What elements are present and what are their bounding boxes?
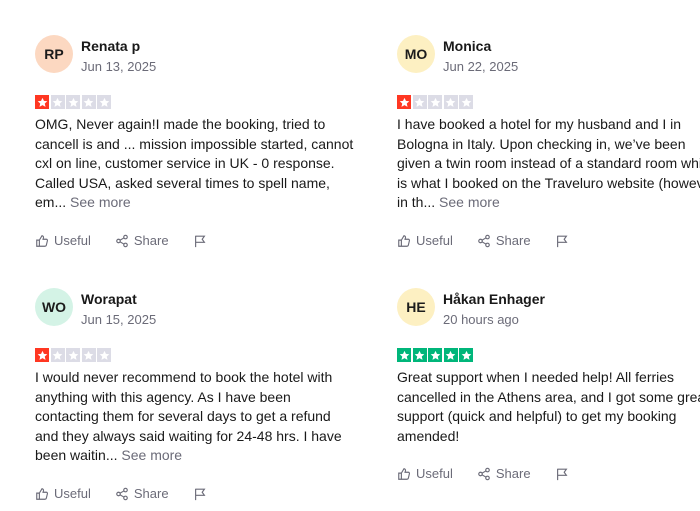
review-actions: Useful Share [397,233,598,248]
flag-icon [194,235,206,247]
share-label: Share [495,233,531,248]
flag-button[interactable] [555,234,574,248]
flag-icon [194,488,206,500]
review-card: WO Worapat Jun 15, 2025 I would never re… [35,288,355,466]
share-label: Share [133,486,169,501]
reviewer-name[interactable]: Renata p [81,37,156,55]
star-icon [428,348,442,362]
useful-label: Useful [54,486,91,501]
review-header: WO Worapat Jun 15, 2025 [35,288,355,328]
useful-button[interactable]: Useful [35,486,91,501]
star-icon [443,95,458,109]
star-rating [397,348,700,362]
review-actions: Useful Share [35,233,236,248]
useful-label: Useful [416,466,453,481]
review-header: MO Monica Jun 22, 2025 [397,35,700,75]
flag-button[interactable] [193,234,212,248]
review-text[interactable]: I would never recommend to book the hote… [35,368,355,466]
review-date: 20 hours ago [443,312,519,327]
share-icon [478,467,490,480]
review-header: HE Håkan Enhager 20 hours ago [397,288,700,328]
star-icon [97,95,111,109]
thumbs-up-icon [398,467,411,480]
star-icon [81,95,96,109]
star-icon [397,95,411,109]
useful-button[interactable]: Useful [397,466,453,481]
star-icon [81,348,96,362]
star-icon [428,95,442,109]
share-button[interactable]: Share [115,233,169,248]
star-icon [412,95,427,109]
review-actions: Useful Share [397,466,598,481]
star-icon [443,348,458,362]
share-icon [116,234,128,247]
flag-icon [556,235,568,247]
thumbs-up-icon [36,487,49,500]
share-icon [116,487,128,500]
reviewer-name[interactable]: Monica [443,37,518,55]
review-text[interactable]: Great support when I needed help! All fe… [397,368,700,446]
review-text[interactable]: I have booked a hotel for my husband and… [397,115,700,213]
share-button[interactable]: Share [115,486,169,501]
star-icon [50,95,65,109]
star-icon [35,348,49,362]
review-date: Jun 15, 2025 [81,312,157,327]
see-more-link[interactable]: See more [439,194,500,210]
star-icon [66,348,80,362]
review-body: I would never recommend to book the hote… [35,369,342,463]
see-more-link[interactable]: See more [70,194,131,210]
star-rating [397,95,700,109]
star-icon [397,348,411,362]
avatar[interactable]: WO [35,288,73,326]
share-button[interactable]: Share [477,233,531,248]
avatar[interactable]: HE [397,288,435,326]
review-card: HE Håkan Enhager 20 hours ago Great supp… [397,288,700,446]
review-date: Jun 22, 2025 [443,59,519,74]
useful-button[interactable]: Useful [35,233,91,248]
thumbs-up-icon [398,234,411,247]
useful-label: Useful [416,233,453,248]
avatar[interactable]: RP [35,35,73,73]
review-body: Great support when I needed help! All fe… [397,369,700,444]
share-label: Share [133,233,169,248]
star-icon [35,95,49,109]
star-icon [459,348,473,362]
useful-button[interactable]: Useful [397,233,453,248]
thumbs-up-icon [36,234,49,247]
avatar[interactable]: MO [397,35,435,73]
flag-button[interactable] [555,467,574,481]
review-card: MO Monica Jun 22, 2025 I have booked a h… [397,35,700,213]
star-icon [412,348,427,362]
see-more-link[interactable]: See more [121,447,182,463]
share-icon [478,234,490,247]
review-header: RP Renata p Jun 13, 2025 [35,35,355,75]
reviewer-name[interactable]: Worapat [81,290,156,308]
flag-icon [556,468,568,480]
star-icon [50,348,65,362]
review-text[interactable]: OMG, Never again!I made the booking, tri… [35,115,355,213]
share-button[interactable]: Share [477,466,531,481]
review-actions: Useful Share [35,486,236,501]
review-date: Jun 13, 2025 [81,59,157,74]
review-card: RP Renata p Jun 13, 2025 OMG, Never agai… [35,35,355,213]
flag-button[interactable] [193,487,212,501]
star-icon [66,95,80,109]
star-icon [459,95,473,109]
star-rating [35,95,355,109]
useful-label: Useful [54,233,91,248]
star-icon [97,348,111,362]
reviewer-name[interactable]: Håkan Enhager [443,290,545,308]
star-rating [35,348,355,362]
share-label: Share [495,466,531,481]
